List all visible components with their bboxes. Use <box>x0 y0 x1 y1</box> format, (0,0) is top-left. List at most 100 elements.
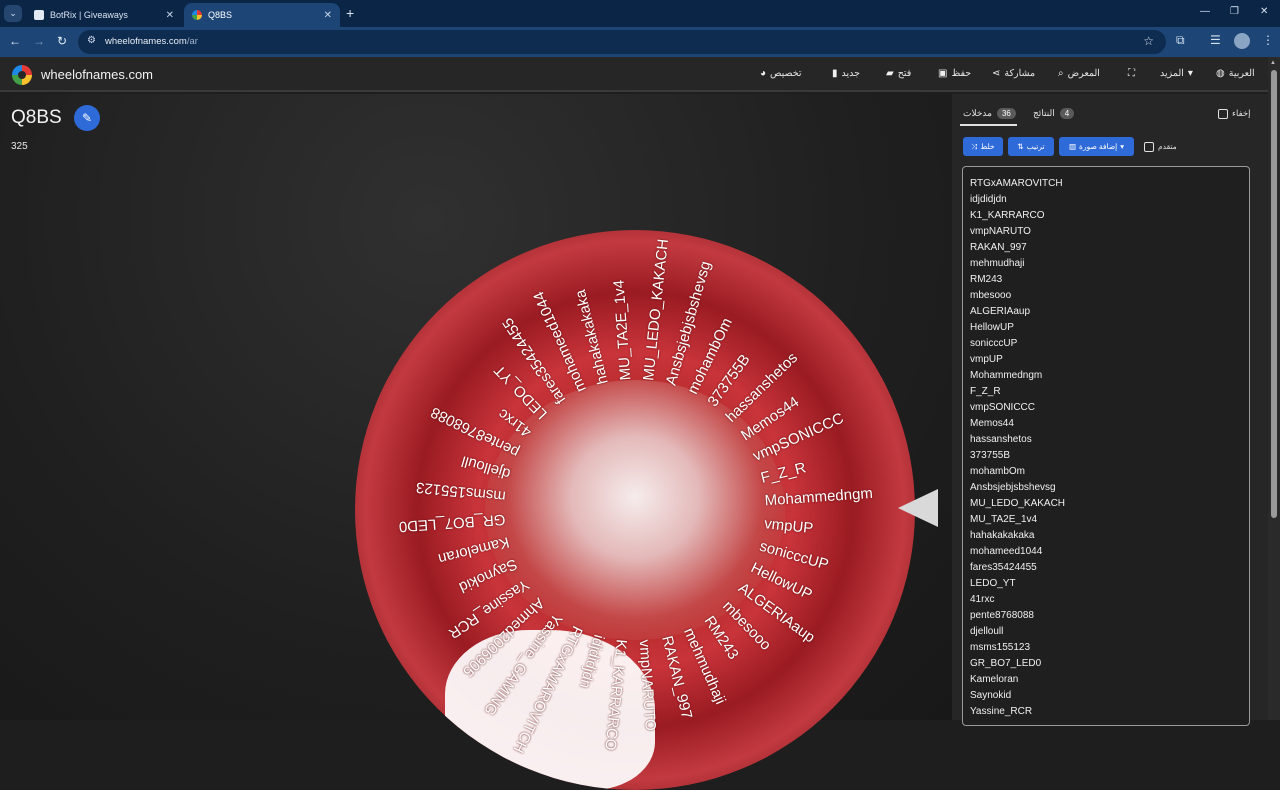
entry-line: Kameloran <box>970 674 1019 685</box>
spinning-wheel[interactable]: Mohammedngm vmpUP sonicccUP HellowUP ALGERIA… <box>355 230 915 790</box>
sort-label: ترتيب <box>1026 142 1045 151</box>
reload-icon[interactable]: ↻ <box>57 34 67 48</box>
scroll-up-icon[interactable]: ▲ <box>1270 60 1276 66</box>
edit-title-button[interactable]: ✎ <box>74 105 100 131</box>
sort-button[interactable]: ⇅ ترتيب <box>1008 137 1054 156</box>
wheel-logo-icon[interactable] <box>12 65 32 85</box>
new-tab-plus-icon[interactable]: + <box>346 5 354 21</box>
entry-line: hassanshetos <box>970 434 1032 445</box>
menu-open[interactable]: ▰ فتح <box>886 68 911 79</box>
new-file-icon: ▮ <box>832 68 838 79</box>
menu-share[interactable]: ⋖ مشاركة <box>992 68 1035 79</box>
entry-line: hahakakakaka <box>970 530 1035 541</box>
restore-icon[interactable]: ❐ <box>1230 6 1239 17</box>
wheel-count: 325 <box>11 141 28 152</box>
entry-line: mehmudhaji <box>970 258 1025 269</box>
wheel-pointer-icon <box>898 489 938 527</box>
entry-line: 41rxc <box>970 594 995 605</box>
menu-label: حفظ <box>951 68 972 79</box>
entry-line: pente8768088 <box>970 610 1034 621</box>
entry-line: idjdidjdn <box>970 194 1007 205</box>
kebab-menu-icon[interactable]: ⋮ <box>1262 33 1274 47</box>
menu-new[interactable]: ▮ جديد <box>832 68 860 79</box>
browser-tabstrip: ⌄ BotRix | Giveaways ✕ Q8BS ✕ + — ❐ ✕ <box>0 0 1280 27</box>
entry-line: LEDO_YT <box>970 578 1016 589</box>
menu-label: المعرض <box>1067 68 1100 79</box>
shuffle-label: خلط <box>980 142 995 151</box>
menu-more[interactable]: المزيد ▾ <box>1160 68 1193 79</box>
tab-entries[interactable]: مدخلات 36 <box>963 108 1016 119</box>
tab-results[interactable]: النتائج 4 <box>1033 108 1075 119</box>
url-host: wheelofnames.com <box>105 36 187 47</box>
search-icon: ⌕ <box>1058 68 1064 79</box>
menu-language[interactable]: ◍ العربية <box>1216 68 1255 79</box>
entry-line: vmpNARUTO <box>970 226 1031 237</box>
pencil-icon: ✎ <box>81 111 93 125</box>
address-bar[interactable]: ⚙ wheelofnames.com/ar ☆ <box>78 30 1166 54</box>
menu-gallery[interactable]: ⌕ المعرض <box>1058 68 1100 79</box>
entries-textarea[interactable]: RTGxAMAROVITCH idjdidjdn K1_KARRARCO vmpNAR… <box>962 166 1250 726</box>
menu-customize[interactable]: ◕ تخصيص <box>760 68 802 79</box>
wheel-segment-label: MU_LEDO_KAKACH <box>640 238 672 382</box>
site-info-icon[interactable]: ⚙ <box>87 35 96 46</box>
entry-line: F_Z_R <box>970 386 1001 397</box>
globe-icon: ◍ <box>1216 68 1225 79</box>
advanced-checkbox[interactable] <box>1144 142 1154 152</box>
active-tab-indicator <box>960 124 1017 126</box>
chevron-down-icon: ▾ <box>1187 68 1193 79</box>
entry-line: RM243 <box>970 274 1003 285</box>
profile-avatar[interactable] <box>1234 33 1250 49</box>
browser-tab-botrix[interactable]: BotRix | Giveaways ✕ <box>26 3 182 27</box>
sort-icon: ⇅ <box>1017 142 1024 151</box>
menu-label: مشاركة <box>1004 68 1036 79</box>
tab-search-chevron-icon[interactable]: ⌄ <box>4 5 22 22</box>
entry-line: mohameed1044 <box>970 546 1043 557</box>
botrix-favicon-icon <box>34 10 44 20</box>
entry-line: msms155123 <box>970 642 1031 653</box>
palette-icon: ◕ <box>760 68 767 79</box>
image-icon: ▨ <box>1068 142 1077 151</box>
url-path: /ar <box>186 36 198 47</box>
close-icon[interactable]: ✕ <box>324 10 332 21</box>
browser-tab-title: Q8BS <box>208 10 233 20</box>
entry-line: fares35424455 <box>970 562 1037 573</box>
entry-line: GR_BO7_LED0 <box>970 658 1042 669</box>
entry-line: Ansbsjebjsbshevsg <box>970 482 1056 493</box>
extensions-icon[interactable]: ⧉ <box>1176 33 1185 48</box>
scrollbar-thumb[interactable] <box>1271 70 1277 518</box>
bookmark-star-icon[interactable]: ☆ <box>1143 34 1154 48</box>
entry-line: MU_TA2E_1v4 <box>970 514 1038 525</box>
chevron-down-icon: ▾ <box>1120 142 1125 151</box>
minimize-icon[interactable]: — <box>1200 6 1210 17</box>
app-logo-text[interactable]: wheelofnames.com <box>41 67 153 82</box>
url-text: wheelofnames.com/ar <box>105 36 198 47</box>
shuffle-icon: ⤨ <box>971 141 978 151</box>
entry-line: HellowUP <box>970 322 1014 333</box>
entry-line: K1_KARRARCO <box>970 210 1045 221</box>
folder-open-icon: ▰ <box>886 68 894 79</box>
entries-count-badge: 36 <box>996 108 1016 119</box>
entry-line: ALGERIAaup <box>970 306 1031 317</box>
entry-line: mohambOm <box>970 466 1026 477</box>
menu-label: العربية <box>1228 68 1255 79</box>
forward-arrow-icon[interactable]: → <box>33 34 45 48</box>
close-icon[interactable]: ✕ <box>166 10 174 21</box>
entry-line: sonicccUP <box>970 338 1018 349</box>
entry-line: vmpUP <box>970 354 1003 365</box>
hide-checkbox[interactable] <box>1218 109 1228 119</box>
entry-line: RTGxAMAROVITCH <box>970 178 1063 189</box>
menu-label: فتح <box>897 68 912 79</box>
back-arrow-icon[interactable]: ← <box>9 34 21 48</box>
entry-line: MU_LEDO_KAKACH <box>970 498 1066 509</box>
media-queue-icon[interactable]: ☰ <box>1210 33 1221 47</box>
window-close-icon[interactable]: ✕ <box>1260 6 1268 17</box>
entry-line: vmpSONICCC <box>970 402 1036 413</box>
menu-save[interactable]: ▣ حفظ <box>938 68 971 79</box>
add-image-button[interactable]: ▨ إضافة صورة ▾ <box>1059 137 1134 156</box>
results-count-badge: 4 <box>1059 108 1075 119</box>
menu-fullscreen[interactable]: ⛶ <box>1128 68 1135 79</box>
entry-line: RAKAN_997 <box>970 242 1027 253</box>
shuffle-button[interactable]: ⤨ خلط <box>963 137 1003 156</box>
entry-line: Mohammedngm <box>970 370 1043 381</box>
browser-tab-q8bs[interactable]: Q8BS ✕ <box>184 3 340 27</box>
